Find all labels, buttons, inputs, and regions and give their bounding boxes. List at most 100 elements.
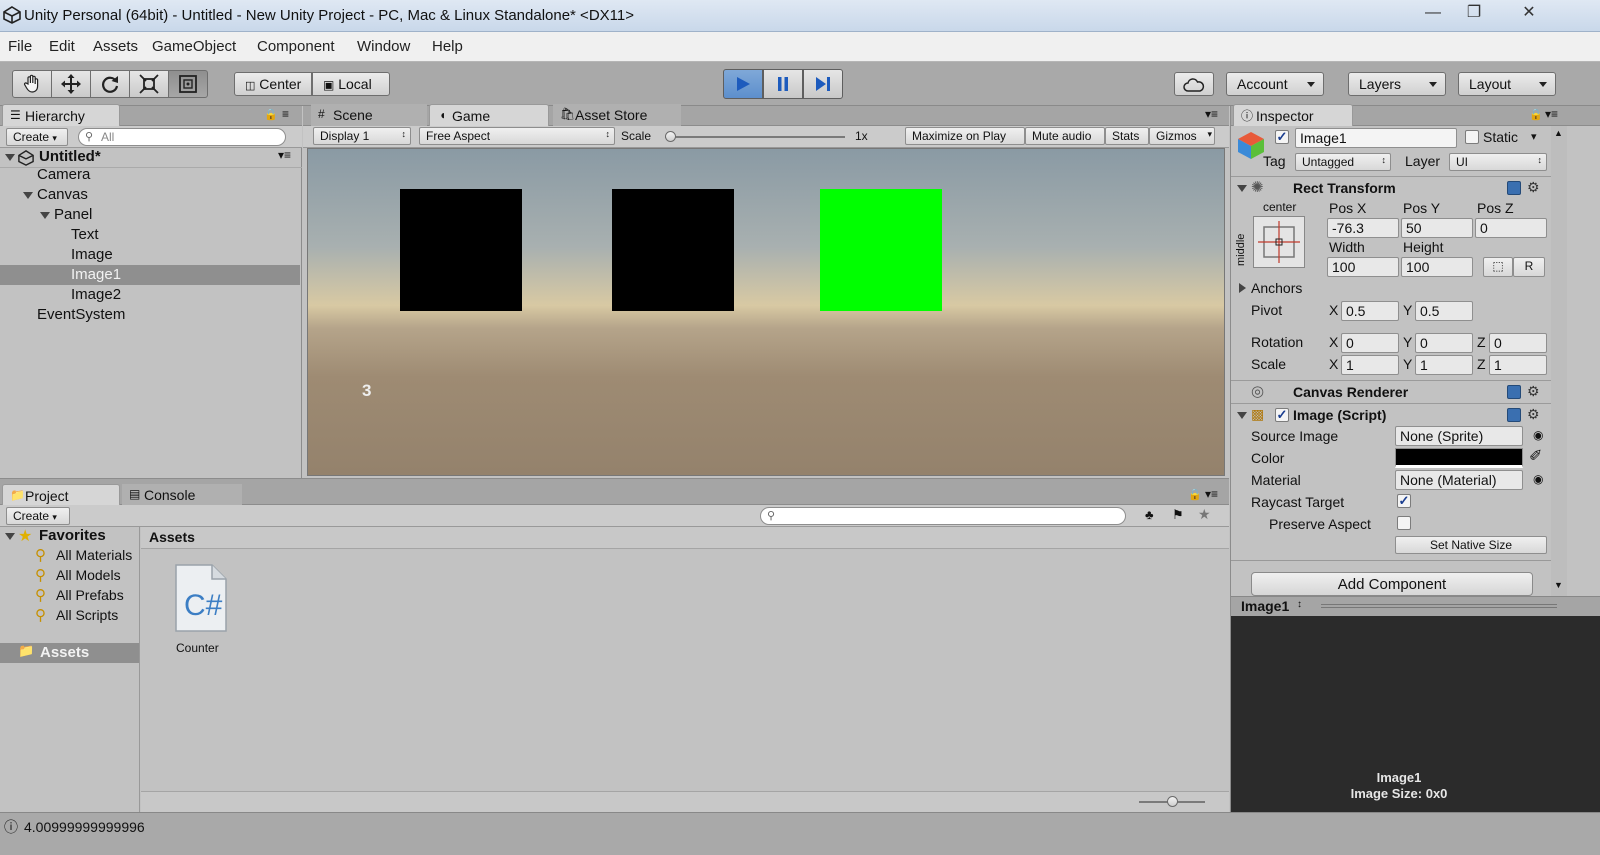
- eyedropper-icon[interactable]: ✐: [1529, 446, 1542, 466]
- blueprint-mode-button[interactable]: ⬚: [1483, 257, 1513, 277]
- asset-counter[interactable]: C# Counter: [166, 563, 234, 659]
- anchor-presets-button[interactable]: [1253, 216, 1305, 268]
- move-tool-button[interactable]: [51, 70, 91, 98]
- rotation-y-field[interactable]: 0: [1415, 333, 1473, 353]
- maximize-on-play-toggle[interactable]: Maximize on Play: [905, 127, 1025, 145]
- hierarchy-item-text[interactable]: Text: [0, 226, 300, 246]
- scene-header-row[interactable]: Untitled* ▾≡: [0, 148, 302, 168]
- gear-icon[interactable]: ⚙: [1527, 383, 1540, 400]
- layer-dropdown[interactable]: UI ↕: [1449, 153, 1547, 171]
- tag-dropdown[interactable]: Untagged ↕: [1295, 153, 1391, 171]
- tab-project[interactable]: 📁 Project: [2, 484, 120, 506]
- image-script-header[interactable]: ▩ ✓ Image (Script) ⚙: [1231, 403, 1551, 425]
- help-book-icon[interactable]: [1507, 385, 1521, 399]
- canvas-renderer-header[interactable]: ◎ Canvas Renderer ⚙: [1231, 380, 1551, 402]
- material-field[interactable]: None (Material): [1395, 470, 1523, 490]
- hierarchy-item-canvas[interactable]: Canvas: [0, 186, 300, 206]
- tab-hierarchy[interactable]: ☰ Hierarchy: [2, 104, 120, 126]
- assets-folder-item[interactable]: 📁 Assets: [0, 643, 139, 663]
- tab-scene[interactable]: # Scene: [311, 104, 427, 126]
- expand-triangle-icon[interactable]: [5, 154, 15, 161]
- pivot-y-field[interactable]: 0.5: [1415, 301, 1473, 321]
- static-checkbox[interactable]: [1465, 130, 1479, 144]
- pivot-x-field[interactable]: 0.5: [1341, 301, 1399, 321]
- project-search-input[interactable]: ⚲: [760, 507, 1126, 525]
- menu-edit[interactable]: Edit: [49, 38, 75, 55]
- rotation-x-field[interactable]: 0: [1341, 333, 1399, 353]
- expand-triangle-icon[interactable]: [40, 212, 50, 219]
- scale-z-field[interactable]: 1: [1489, 355, 1547, 375]
- panel-menu-icon[interactable]: ▾≡: [1205, 487, 1218, 501]
- close-button[interactable]: ✕: [1510, 2, 1548, 26]
- favorite-all-materials[interactable]: ⚲ All Materials: [0, 547, 140, 567]
- account-dropdown[interactable]: Account: [1226, 72, 1324, 96]
- filter-type-icon[interactable]: ♣: [1145, 507, 1154, 522]
- display-dropdown[interactable]: Display 1 ↕: [313, 127, 411, 145]
- aspect-dropdown[interactable]: Free Aspect ↕: [419, 127, 615, 145]
- zoom-slider-track[interactable]: [1139, 796, 1205, 807]
- preserve-aspect-checkbox[interactable]: [1397, 516, 1411, 530]
- menu-component[interactable]: Component: [257, 38, 335, 55]
- panel-menu-icon[interactable]: ≡: [282, 107, 289, 121]
- gear-icon[interactable]: ⚙: [1527, 179, 1540, 196]
- rotation-z-field[interactable]: 0: [1489, 333, 1547, 353]
- tab-console[interactable]: ▤ Console: [122, 484, 242, 506]
- hierarchy-item-camera[interactable]: Camera: [0, 166, 300, 186]
- maximize-button[interactable]: ❐: [1455, 2, 1493, 26]
- rect-tool-button[interactable]: [168, 70, 208, 98]
- updown-arrow-icon[interactable]: ↕: [1297, 599, 1302, 610]
- status-message[interactable]: 4.00999999999996: [24, 819, 145, 835]
- cloud-button[interactable]: [1174, 72, 1214, 96]
- width-field[interactable]: 100: [1327, 257, 1399, 277]
- stats-toggle[interactable]: Stats: [1105, 127, 1149, 145]
- scale-y-field[interactable]: 1: [1415, 355, 1473, 375]
- panel-menu-icon[interactable]: ▾≡: [1205, 107, 1218, 121]
- pos-y-field[interactable]: 50: [1401, 218, 1473, 238]
- active-checkbox[interactable]: ✓: [1275, 130, 1289, 144]
- raycast-target-checkbox[interactable]: ✓: [1397, 494, 1411, 508]
- preview-header[interactable]: Image1 ↕: [1231, 596, 1600, 616]
- hierarchy-search-input[interactable]: ⚲ All: [78, 128, 286, 146]
- gear-icon[interactable]: ⚙: [1527, 406, 1540, 423]
- rect-transform-header[interactable]: ✺ Rect Transform ⚙: [1231, 176, 1551, 198]
- menu-window[interactable]: Window: [357, 38, 410, 55]
- hierarchy-item-image1[interactable]: Image1: [0, 265, 300, 285]
- layout-dropdown[interactable]: Layout: [1458, 72, 1556, 96]
- favorite-all-prefabs[interactable]: ⚲ All Prefabs: [0, 587, 140, 607]
- zoom-slider-thumb[interactable]: [1167, 796, 1178, 807]
- filter-label-icon[interactable]: ⚑: [1172, 507, 1184, 523]
- scroll-down-icon[interactable]: ▼: [1554, 580, 1563, 590]
- scale-x-field[interactable]: 1: [1341, 355, 1399, 375]
- add-component-button[interactable]: Add Component: [1251, 572, 1533, 596]
- object-name-input[interactable]: Image1: [1295, 128, 1457, 148]
- breadcrumb-assets[interactable]: Assets: [149, 529, 195, 545]
- lock-icon[interactable]: 🔒: [264, 108, 278, 121]
- pos-z-field[interactable]: 0: [1475, 218, 1547, 238]
- collapse-triangle-icon[interactable]: [1237, 412, 1247, 419]
- favorite-all-scripts[interactable]: ⚲ All Scripts: [0, 607, 140, 627]
- lock-icon[interactable]: 🔒: [1188, 488, 1202, 501]
- game-viewport[interactable]: 3: [307, 148, 1225, 476]
- object-picker-icon[interactable]: ◉: [1533, 472, 1543, 486]
- expand-triangle-icon[interactable]: [1239, 283, 1246, 293]
- menu-assets[interactable]: Assets: [93, 38, 138, 55]
- menu-help[interactable]: Help: [432, 38, 463, 55]
- raw-edit-button[interactable]: R: [1513, 257, 1545, 277]
- hand-tool-button[interactable]: [12, 70, 52, 98]
- image-enabled-checkbox[interactable]: ✓: [1275, 408, 1289, 422]
- height-field[interactable]: 100: [1401, 257, 1473, 277]
- panel-menu-icon[interactable]: ▾≡: [1545, 107, 1558, 121]
- lock-icon[interactable]: 🔒: [1529, 108, 1543, 121]
- hierarchy-item-eventsystem[interactable]: EventSystem: [0, 306, 300, 326]
- favorites-header[interactable]: ★ Favorites: [0, 527, 140, 547]
- tab-asset-store[interactable]: 🛍 Asset Store: [553, 104, 681, 126]
- scale-tool-button[interactable]: [129, 70, 169, 98]
- tab-game[interactable]: ◖ Game: [429, 104, 549, 126]
- source-image-field[interactable]: None (Sprite): [1395, 426, 1523, 446]
- anchors-label[interactable]: Anchors: [1251, 280, 1302, 296]
- tab-inspector[interactable]: ⓘ Inspector: [1233, 104, 1353, 126]
- scale-slider-thumb[interactable]: [665, 131, 676, 142]
- favorite-all-models[interactable]: ⚲ All Models: [0, 567, 140, 587]
- expand-triangle-icon[interactable]: [5, 533, 15, 540]
- help-book-icon[interactable]: [1507, 181, 1521, 195]
